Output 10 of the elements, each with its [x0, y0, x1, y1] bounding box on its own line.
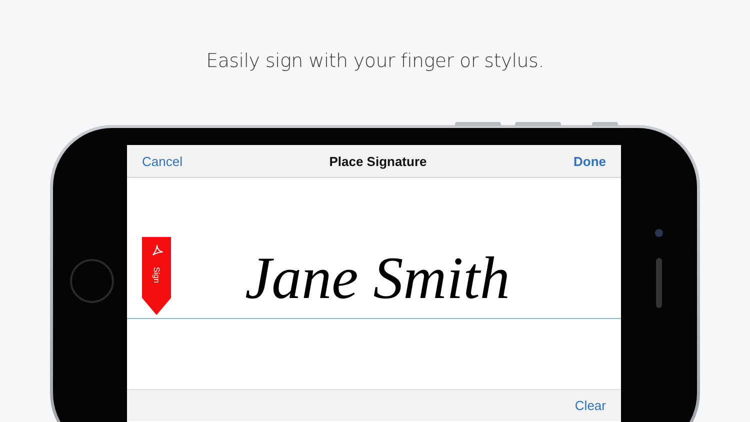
- headline: Easily sign with your finger or stylus.: [206, 50, 544, 74]
- signature: Jane Smith: [245, 248, 510, 308]
- sign-tab[interactable]: Sign: [142, 237, 171, 315]
- cancel-button[interactable]: Cancel: [142, 154, 182, 168]
- speaker-grille: [656, 258, 662, 308]
- camera-icon: [655, 229, 663, 237]
- done-button[interactable]: Done: [573, 154, 606, 168]
- pdf-logo-icon: [150, 243, 164, 257]
- clear-button[interactable]: Clear: [574, 398, 606, 413]
- nav-title: Place Signature: [329, 154, 427, 168]
